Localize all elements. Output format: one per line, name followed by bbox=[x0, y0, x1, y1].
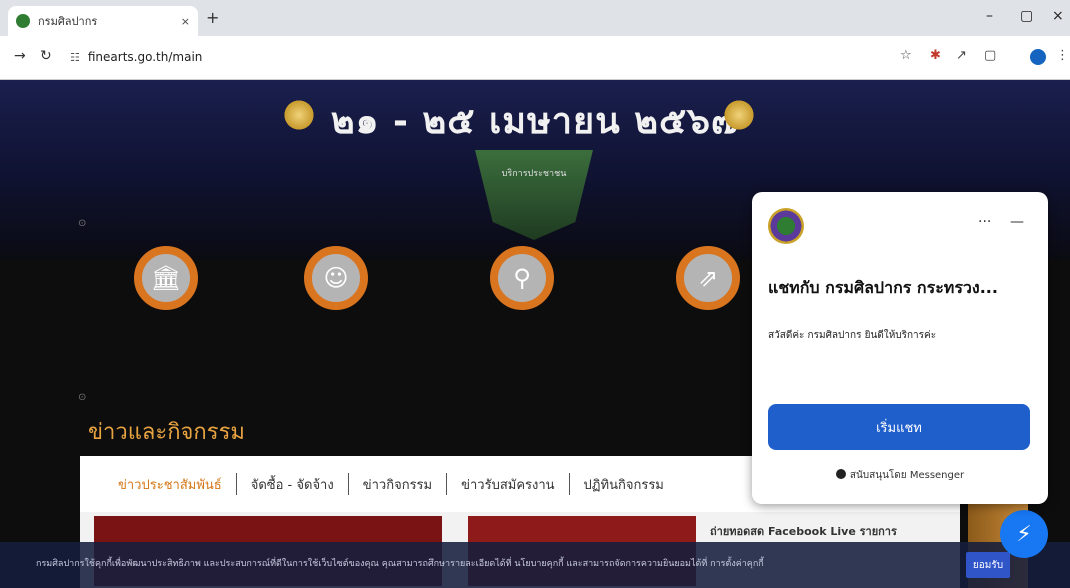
url-text: finearts.go.th/main bbox=[87, 50, 203, 64]
reload-icon[interactable]: ↻ bbox=[40, 48, 52, 64]
start-chat-button[interactable]: เริ่มแชท bbox=[768, 404, 1030, 450]
browser-tabbar: กรมศิลปากร × + – ▢ × bbox=[0, 0, 1070, 36]
back-icon[interactable]: → bbox=[14, 48, 26, 64]
profile-avatar[interactable] bbox=[1030, 49, 1046, 65]
tab-close-icon[interactable]: × bbox=[181, 15, 190, 28]
window-restore-icon[interactable]: ▢ bbox=[1020, 8, 1033, 24]
chat-title: แชทกับ กรมศิลปากร กระทรวง... bbox=[768, 278, 998, 297]
powered-by-messenger: สนับสนุนโดย Messenger bbox=[752, 468, 1048, 483]
news-heading: ข่าวและกิจกรรม bbox=[88, 420, 245, 445]
cookie-accept-button[interactable]: ยอมรับ bbox=[966, 552, 1010, 578]
section-marker-icon: ⊙ bbox=[78, 218, 87, 229]
news-card-title[interactable]: ถ่ายทอดสด Facebook Live รายการ bbox=[710, 522, 897, 540]
messenger-icon: ⚡ bbox=[1016, 521, 1032, 547]
new-tab-icon[interactable]: + bbox=[206, 8, 219, 27]
bookmark-star-icon[interactable]: ☆ bbox=[900, 48, 912, 63]
news-tab-calendar[interactable]: ปฏิทินกิจกรรม bbox=[570, 474, 678, 495]
side-panel-icon[interactable]: ▢ bbox=[984, 48, 996, 63]
location-pin-icon[interactable]: ⚲ bbox=[490, 246, 554, 310]
favicon-icon bbox=[16, 14, 30, 28]
share-icon[interactable]: ⇗ bbox=[676, 246, 740, 310]
person-icon[interactable]: ☺ bbox=[304, 246, 368, 310]
tab-title: กรมศิลปากร bbox=[38, 15, 98, 28]
messenger-logo-icon bbox=[835, 469, 846, 479]
chat-more-icon[interactable]: ··· bbox=[978, 214, 991, 230]
service-tab-shape bbox=[475, 150, 593, 240]
ornament-right-icon bbox=[722, 98, 756, 132]
extension-icon[interactable]: ✱ bbox=[930, 48, 941, 63]
news-tab-procurement[interactable]: จัดซื้อ - จัดจ้าง bbox=[237, 474, 348, 495]
section-marker-icon: ⊙ bbox=[78, 392, 87, 403]
window-minimize-icon[interactable]: – bbox=[986, 8, 993, 24]
banner-date: ๒๑ - ๒๕ เมษายน ๒๕๖๗ bbox=[330, 101, 740, 142]
news-tab-activities[interactable]: ข่าวกิจกรรม bbox=[349, 474, 446, 495]
window-close-icon[interactable]: × bbox=[1052, 8, 1064, 24]
news-tab-jobs[interactable]: ข่าวรับสมัครงาน bbox=[447, 474, 568, 495]
page-content: ๒๑ - ๒๕ เมษายน ๒๕๖๗ บริการประชาชน ⊙ 🏛 ☺ … bbox=[0, 80, 1070, 588]
museum-icon[interactable]: 🏛 bbox=[134, 246, 198, 310]
service-label[interactable]: บริการประชาชน bbox=[475, 166, 593, 180]
messenger-fab[interactable]: ⚡ bbox=[1000, 510, 1048, 558]
browser-menu-icon[interactable]: ⋮ bbox=[1056, 48, 1069, 63]
chat-minimize-icon[interactable]: — bbox=[1010, 214, 1024, 230]
org-logo-icon bbox=[768, 208, 804, 244]
address-bar: → ↻ ☷ finearts.go.th/main ☆ ✱ ↗ ▢ ⋮ bbox=[0, 36, 1070, 80]
powered-by-text: สนับสนุนโดย Messenger bbox=[849, 470, 965, 481]
url-field[interactable]: ☷ finearts.go.th/main bbox=[70, 42, 900, 72]
news-tab-pr[interactable]: ข่าวประชาสัมพันธ์ bbox=[104, 474, 236, 495]
messenger-chat-widget: ··· — แชทกับ กรมศิลปากร กระทรวง... สวัสด… bbox=[752, 192, 1048, 504]
browser-tab[interactable]: กรมศิลปากร × bbox=[8, 6, 198, 36]
chat-greeting: สวัสดีค่ะ กรมศิลปากร ยินดีให้บริการค่ะ bbox=[768, 330, 937, 341]
site-info-icon[interactable]: ☷ bbox=[70, 51, 80, 64]
cookie-text: กรมศิลปากรใช้คุกกี้เพื่อพัฒนาประสิทธิภาพ… bbox=[36, 559, 764, 569]
cookie-banner: กรมศิลปากรใช้คุกกี้เพื่อพัฒนาประสิทธิภาพ… bbox=[0, 542, 1070, 588]
pin-icon[interactable]: ↗ bbox=[956, 48, 967, 63]
